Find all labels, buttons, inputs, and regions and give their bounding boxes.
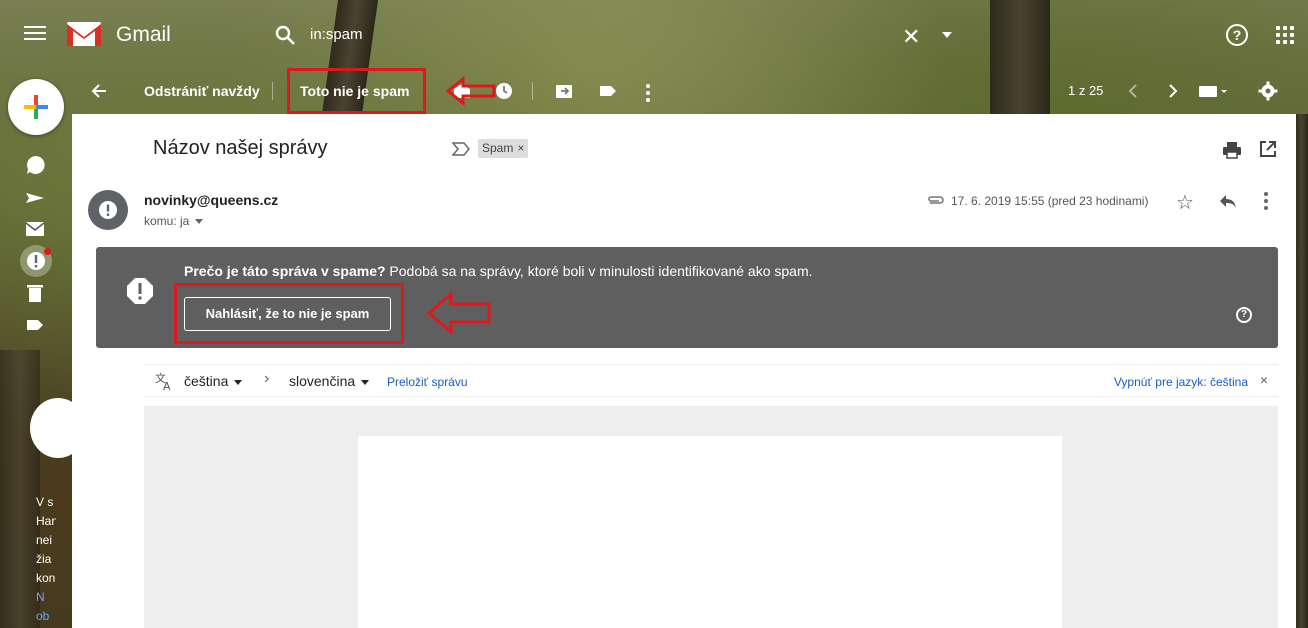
more-actions-icon[interactable]: [646, 84, 650, 105]
translate-icon: 文 A: [155, 371, 171, 391]
message-panel: Názov našej správy Spam × novinky@queens.…: [72, 114, 1296, 628]
toolbar-divider: [272, 82, 273, 100]
snooze-clock-icon[interactable]: [494, 81, 514, 101]
search-icon[interactable]: [274, 24, 296, 46]
dropdown-caret-icon: [234, 379, 243, 385]
translate-message-link[interactable]: Preložiť správu: [387, 375, 468, 389]
print-icon[interactable]: [1222, 140, 1242, 160]
source-language-select[interactable]: čeština: [184, 373, 243, 389]
warning-help-icon[interactable]: ?: [1236, 307, 1252, 323]
attachment-icon: [928, 196, 944, 204]
compose-button[interactable]: [8, 79, 64, 135]
remove-label-icon[interactable]: ×: [517, 141, 524, 155]
search-bar: ✕: [262, 18, 962, 54]
importance-marker-icon[interactable]: [452, 142, 470, 156]
open-new-window-icon[interactable]: [1259, 140, 1277, 158]
chat-bubble-icon[interactable]: [24, 154, 46, 176]
keyboard-icon[interactable]: [1198, 81, 1228, 101]
target-language-select[interactable]: slovenčina: [289, 373, 370, 389]
older-chevron-icon[interactable]: [1162, 81, 1182, 101]
message-body: [144, 406, 1278, 628]
toolbar-divider: [532, 82, 533, 100]
annotation-arrow-icon: [445, 76, 496, 106]
background-tree: [0, 350, 40, 628]
message-date: 17. 6. 2019 15:55 (pred 23 hodinami): [951, 194, 1149, 208]
search-options-icon[interactable]: [942, 32, 952, 38]
annotation-highlight-box: [287, 68, 426, 114]
all-mail-icon[interactable]: [24, 218, 46, 240]
dropdown-caret-icon: [361, 379, 370, 385]
spam-nav-item[interactable]: [20, 245, 52, 277]
recipient-dropdown[interactable]: komu: ja: [144, 214, 204, 228]
move-to-icon[interactable]: [554, 81, 574, 101]
annotation-arrow-icon: [426, 290, 491, 336]
top-bar: Gmail ✕ ?: [0, 0, 1308, 68]
warning-octagon-icon: [127, 278, 153, 304]
message-more-icon[interactable]: [1264, 192, 1268, 210]
label-icon[interactable]: [598, 81, 618, 101]
message-toolbar: Odstrániť navždy Toto nie je spam 1 z 25: [72, 68, 1308, 114]
clear-search-icon[interactable]: ✕: [902, 24, 920, 50]
alert-icon: [99, 201, 117, 219]
translation-bar: 文 A čeština › slovenčina Preložiť správu…: [144, 364, 1278, 397]
spam-label-text: Spam: [482, 141, 514, 155]
apps-grid-icon[interactable]: [1276, 26, 1294, 44]
spam-warning-title: Prečo je táto správa v spame?: [184, 263, 386, 279]
gmail-logo-icon: [67, 22, 101, 46]
app-name: Gmail: [116, 23, 171, 46]
recipient-caret-icon: [195, 219, 204, 225]
annotation-highlight-box: [174, 283, 404, 344]
sender-avatar: [88, 190, 128, 230]
reply-icon[interactable]: [1218, 192, 1238, 210]
spam-warning-text: Prečo je táto správa v spame? Podobá sa …: [184, 263, 813, 279]
message-content-page: [358, 436, 1062, 628]
turn-off-translation-link[interactable]: Vypnúť pre jazyk: čeština: [1114, 375, 1248, 389]
language-arrow-icon: ›: [264, 370, 270, 387]
star-icon[interactable]: ☆: [1176, 190, 1194, 215]
notification-dot: [44, 248, 51, 255]
delete-forever-button[interactable]: Odstrániť navždy: [144, 68, 260, 114]
spam-label-chip: Spam ×: [478, 139, 529, 158]
search-input[interactable]: [310, 26, 870, 43]
close-translation-icon[interactable]: ×: [1260, 372, 1268, 388]
message-subject: Názov našej správy: [153, 137, 328, 159]
recipient-label: komu: ja: [144, 214, 190, 228]
svg-text:A: A: [163, 380, 171, 391]
help-icon[interactable]: ?: [1226, 24, 1248, 46]
sidebar-partial-text: V s Han nei žia kon N ob: [36, 495, 56, 623]
page-counter: 1 z 25: [1068, 83, 1104, 98]
settings-gear-icon[interactable]: [1258, 81, 1278, 101]
label-nav-icon[interactable]: [24, 314, 46, 336]
source-language-value: čeština: [184, 373, 229, 389]
background-tree: [1295, 114, 1308, 628]
trash-icon[interactable]: [24, 282, 46, 304]
target-language-value: slovenčina: [289, 373, 356, 389]
main-menu-icon[interactable]: [22, 22, 48, 46]
newer-chevron-icon[interactable]: [1124, 81, 1144, 101]
spam-warning-body: Podobá sa na správy, ktoré boli v minulo…: [385, 263, 813, 279]
scheduled-icon[interactable]: [24, 187, 46, 209]
back-arrow-icon[interactable]: [90, 81, 110, 101]
sender-address: novinky@queens.cz: [144, 192, 279, 208]
compose-plus-icon: [24, 95, 48, 119]
